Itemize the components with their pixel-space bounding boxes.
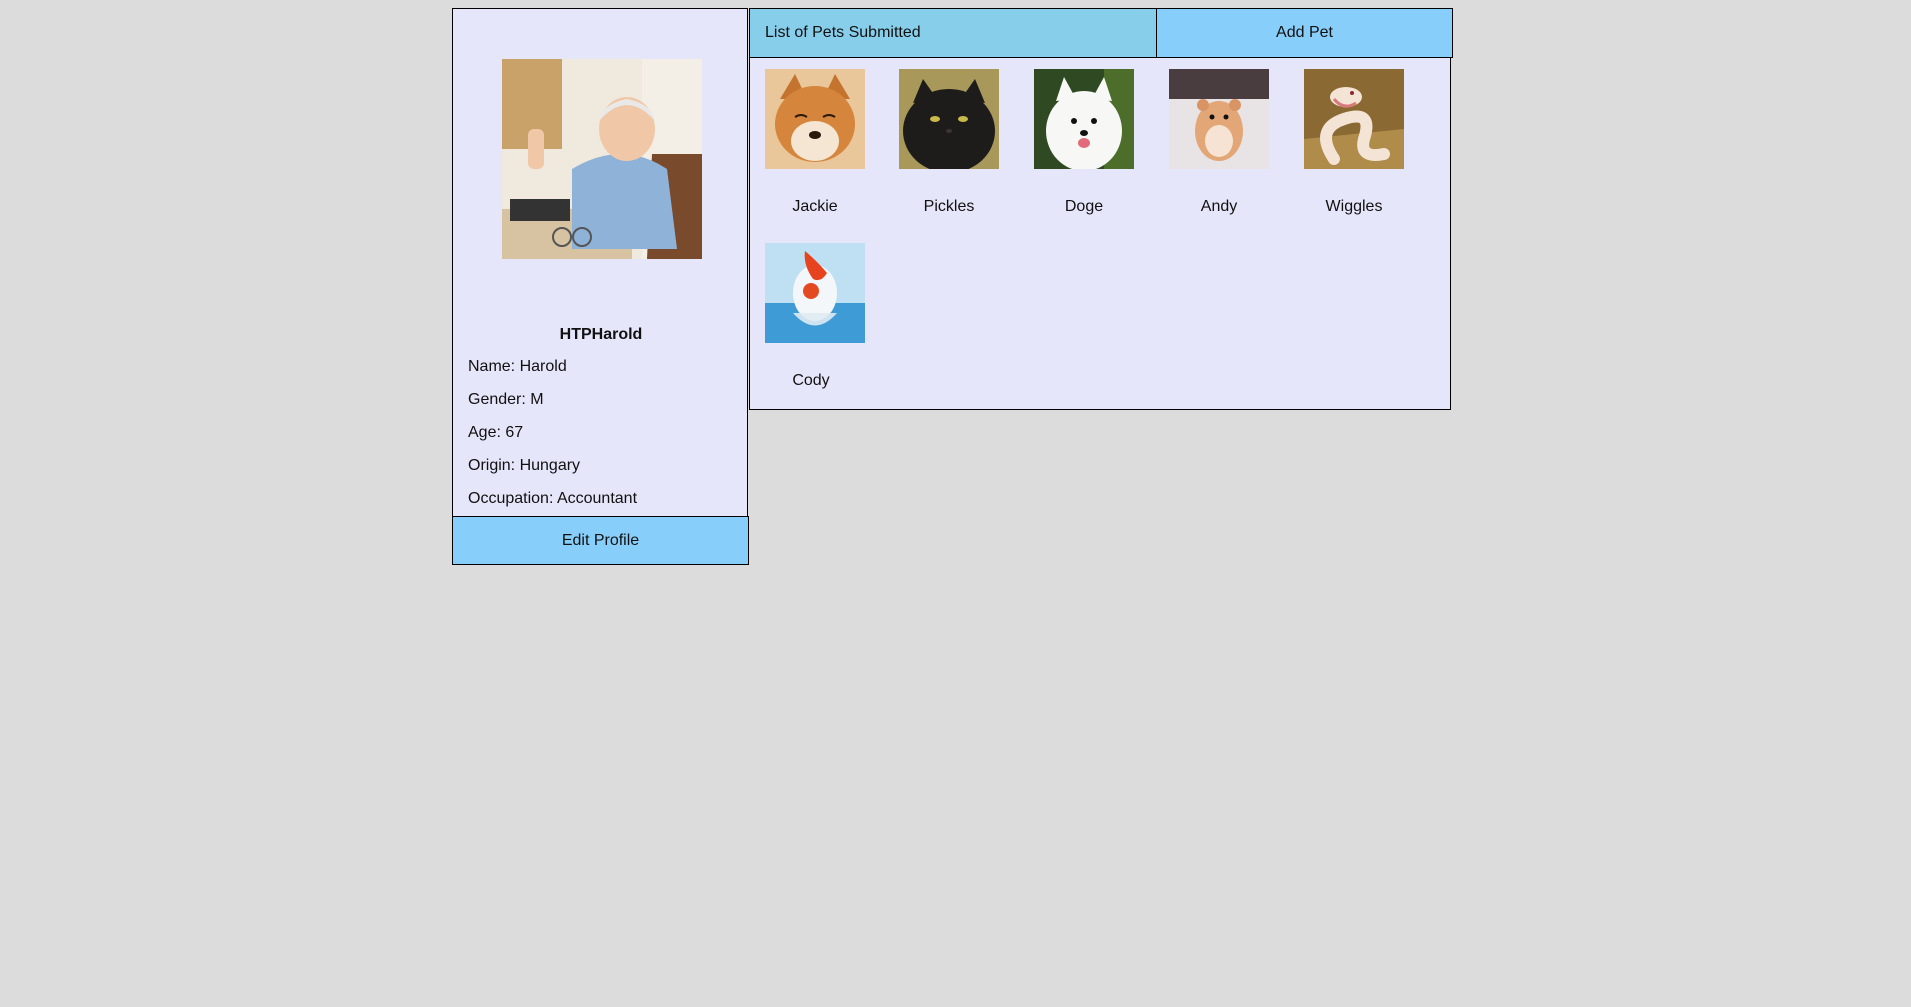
profile-origin-label: Origin:: [468, 457, 520, 474]
profile-age-label: Age:: [468, 424, 506, 441]
pet-photo-wiggles[interactable]: [1304, 69, 1404, 169]
profile-occupation-row: Occupation: Accountant: [468, 490, 637, 508]
avatar: [502, 59, 702, 259]
edit-profile-button[interactable]: Edit Profile: [452, 516, 749, 565]
profile-occupation-label: Occupation:: [468, 490, 557, 507]
tab-list-of-pets[interactable]: List of Pets Submitted: [749, 8, 1157, 58]
profile-origin-row: Origin: Hungary: [468, 457, 580, 475]
pet-name-jackie: Jackie: [792, 198, 838, 215]
pet-photo-jackie[interactable]: [765, 69, 865, 169]
pet-card-jackie[interactable]: Jackie: [765, 69, 865, 215]
profile-age-value: 67: [505, 424, 524, 441]
pet-photo-pickles[interactable]: [899, 69, 999, 169]
pet-photo-andy[interactable]: [1169, 69, 1269, 169]
add-pet-button[interactable]: Add Pet: [1156, 8, 1453, 58]
pets-panel: Jackie Pickles Doge Andy Wiggles Cody: [749, 57, 1451, 410]
pet-photo-cody[interactable]: [765, 243, 865, 343]
profile-card: HTPHarold Name: Harold Gender: M Age: 67…: [452, 8, 749, 565]
pet-card-cody[interactable]: Cody: [765, 243, 865, 389]
profile-name-label: Name:: [468, 358, 520, 375]
profile-username: HTPHarold: [559, 326, 643, 343]
pet-name-cody: Cody: [792, 372, 830, 389]
pet-card-pickles[interactable]: Pickles: [899, 69, 999, 215]
pet-name-andy: Andy: [1200, 198, 1238, 215]
profile-gender-label: Gender:: [468, 391, 531, 408]
pet-name-pickles: Pickles: [923, 198, 975, 215]
pet-name-doge: Doge: [1064, 198, 1104, 215]
profile-age-row: Age: 67: [468, 424, 523, 442]
pet-card-andy[interactable]: Andy: [1169, 69, 1269, 215]
profile-name-row: Name: Harold: [468, 358, 567, 376]
pet-card-wiggles[interactable]: Wiggles: [1304, 69, 1404, 215]
pet-name-wiggles: Wiggles: [1325, 198, 1383, 215]
profile-gender-value: M: [530, 391, 544, 408]
profile-occupation-value: Accountant: [556, 490, 638, 507]
pet-photo-doge[interactable]: [1034, 69, 1134, 169]
profile-name-value: Harold: [519, 358, 567, 375]
profile-gender-row: Gender: M: [468, 391, 544, 409]
profile-origin-value: Hungary: [519, 457, 581, 474]
pet-card-doge[interactable]: Doge: [1034, 69, 1134, 215]
